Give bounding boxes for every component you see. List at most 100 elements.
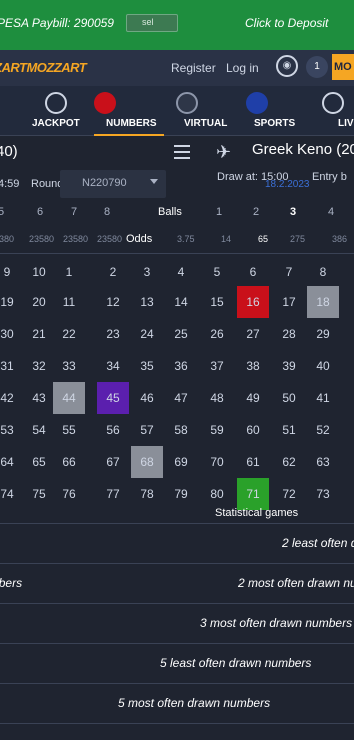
keno-number[interactable]: 40 <box>308 352 338 380</box>
deposit-link[interactable]: Click to Deposit <box>245 16 328 30</box>
keno-number[interactable]: 44 <box>54 384 84 412</box>
keno-number[interactable]: 9 <box>0 258 22 286</box>
keno-number[interactable]: 51 <box>274 416 304 444</box>
keno-number[interactable]: 15 <box>202 288 232 316</box>
keno-number[interactable]: 49 <box>238 384 268 412</box>
keno-number[interactable]: 28 <box>274 320 304 348</box>
brand-box[interactable]: MO <box>332 54 354 80</box>
stat-row-label: 2 most often drawn numbers <box>238 576 354 590</box>
language-icon[interactable]: ◉ <box>276 55 298 77</box>
nav-jackpot[interactable]: JACKPOT <box>28 86 84 136</box>
keno-number[interactable]: 50 <box>274 384 304 412</box>
site-header: ZARTMOZZART Register Log in ◉ 1 MO <box>0 50 354 86</box>
keno-number[interactable]: 34 <box>98 352 128 380</box>
keno-number[interactable]: 5 <box>202 258 232 286</box>
stat-row-label: 5 most often drawn numbers <box>118 696 271 710</box>
keno-number[interactable]: 53 <box>0 416 22 444</box>
keno-number[interactable]: 64 <box>0 448 22 476</box>
round-select[interactable]: N220790 <box>60 170 166 198</box>
keno-number[interactable]: 6 <box>238 258 268 286</box>
keno-number[interactable]: 37 <box>202 352 232 380</box>
keno-number[interactable]: 62 <box>274 448 304 476</box>
keno-number[interactable]: 1 <box>54 258 84 286</box>
keno-number[interactable]: 23 <box>98 320 128 348</box>
keno-number[interactable]: 24 <box>132 320 162 348</box>
keno-number[interactable]: 7 <box>274 258 304 286</box>
keno-number[interactable]: 11 <box>54 288 84 316</box>
keno-number[interactable]: 63 <box>308 448 338 476</box>
keno-number[interactable]: 21 <box>24 320 54 348</box>
keno-number[interactable]: 8 <box>308 258 338 286</box>
date-link[interactable]: 18.2.2023 <box>265 179 310 190</box>
keno-number[interactable]: 57 <box>132 416 162 444</box>
nav-live[interactable]: LIV <box>322 86 354 136</box>
keno-number[interactable]: 31 <box>0 352 22 380</box>
login-link[interactable]: Log in <box>226 61 259 75</box>
badge-icon[interactable]: 1 <box>306 56 328 78</box>
keno-number[interactable]: 47 <box>166 384 196 412</box>
keno-number[interactable]: 26 <box>202 320 232 348</box>
keno-number[interactable]: 68 <box>132 448 162 476</box>
stat-row-label: 5 least often drawn numbers <box>160 656 312 670</box>
keno-number[interactable]: 27 <box>238 320 268 348</box>
stat-row[interactable]: 5 most often drawn numbers <box>0 684 354 724</box>
round-value: N220790 <box>82 177 127 189</box>
keno-number[interactable]: 2 <box>98 258 128 286</box>
deposit-banner[interactable]: PESA Paybill: 290059 sel Click to Deposi… <box>0 0 354 50</box>
nav-numbers[interactable]: NUMBERS <box>94 86 164 136</box>
keno-number[interactable]: 69 <box>166 448 196 476</box>
keno-number[interactable]: 16 <box>238 288 268 316</box>
balls-col: 2 <box>253 206 260 218</box>
keno-number[interactable]: 46 <box>132 384 162 412</box>
keno-number[interactable]: 14 <box>166 288 196 316</box>
keno-number[interactable]: 3 <box>132 258 162 286</box>
keno-number[interactable]: 56 <box>98 416 128 444</box>
keno-number[interactable]: 36 <box>166 352 196 380</box>
keno-number[interactable]: 30 <box>0 320 22 348</box>
keno-number[interactable]: 55 <box>54 416 84 444</box>
keno-number[interactable]: 54 <box>24 416 54 444</box>
nav-jackpot-label: JACKPOT <box>32 118 80 129</box>
keno-number[interactable]: 45 <box>98 384 128 412</box>
keno-number[interactable]: 12 <box>98 288 128 316</box>
keno-number[interactable]: 48 <box>202 384 232 412</box>
keno-number[interactable]: 38 <box>238 352 268 380</box>
register-link[interactable]: Register <box>171 61 216 75</box>
stat-row[interactable]: 3 most often drawn numbers <box>0 604 354 644</box>
keno-number[interactable]: 66 <box>54 448 84 476</box>
keno-number[interactable]: 13 <box>132 288 162 316</box>
keno-number[interactable]: 43 <box>24 384 54 412</box>
chevron-down-icon <box>150 179 158 184</box>
keno-number[interactable]: 17 <box>274 288 304 316</box>
keno-number[interactable]: 29 <box>308 320 338 348</box>
keno-number[interactable]: 58 <box>166 416 196 444</box>
keno-number[interactable]: 52 <box>308 416 338 444</box>
keno-number[interactable]: 25 <box>166 320 196 348</box>
keno-number[interactable]: 61 <box>238 448 268 476</box>
keno-number[interactable]: 67 <box>98 448 128 476</box>
stat-row[interactable]: 2 least often drawn numbers <box>0 524 354 564</box>
keno-number[interactable]: 42 <box>0 384 22 412</box>
keno-number[interactable]: 65 <box>24 448 54 476</box>
keno-number[interactable]: 70 <box>202 448 232 476</box>
keno-number[interactable]: 10 <box>24 258 54 286</box>
keno-number[interactable]: 32 <box>24 352 54 380</box>
keno-number[interactable]: 22 <box>54 320 84 348</box>
stat-row[interactable]: 5 least often drawn numbers <box>0 644 354 684</box>
keno-number[interactable]: 39 <box>274 352 304 380</box>
keno-number[interactable]: 19 <box>0 288 22 316</box>
keno-number[interactable]: 4 <box>166 258 196 286</box>
nav-sports[interactable]: SPORTS <box>246 86 306 136</box>
logo[interactable]: ZARTMOZZART <box>0 60 87 75</box>
nav-numbers-label: NUMBERS <box>106 118 157 129</box>
menu-icon[interactable] <box>174 145 190 159</box>
nav-virtual[interactable]: VIRTUAL <box>176 86 246 136</box>
keno-number[interactable]: 59 <box>202 416 232 444</box>
keno-number[interactable]: 20 <box>24 288 54 316</box>
keno-number[interactable]: 60 <box>238 416 268 444</box>
keno-number[interactable]: 41 <box>308 384 338 412</box>
keno-number[interactable]: 33 <box>54 352 84 380</box>
stats-heading-text: Statistical games <box>215 507 299 519</box>
keno-number[interactable]: 18 <box>308 288 338 316</box>
keno-number[interactable]: 35 <box>132 352 162 380</box>
